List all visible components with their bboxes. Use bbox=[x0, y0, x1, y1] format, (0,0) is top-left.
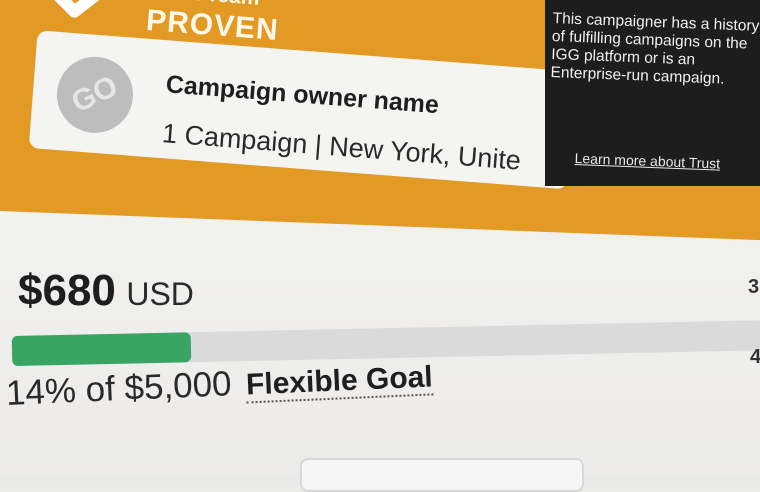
owner-avatar: GO bbox=[44, 44, 146, 146]
cropped-text-bottom: 4 bbox=[750, 346, 760, 368]
trust-tooltip: This campaigner has a history of fulfill… bbox=[545, 0, 760, 186]
owner-card[interactable]: GO Campaign owner name 1 Campaign | New … bbox=[28, 30, 577, 190]
progress-fill bbox=[11, 332, 192, 366]
funding-amount: $680 USD bbox=[18, 266, 194, 316]
amount-currency: USD bbox=[126, 276, 194, 312]
cropped-text-top: 3 bbox=[748, 276, 760, 298]
goal-percent-text: 14% of $5,000 bbox=[5, 364, 233, 413]
owner-name[interactable]: Campaign owner name bbox=[165, 70, 440, 120]
tooltip-text: This campaigner has a history of fulfill… bbox=[550, 10, 760, 88]
cropped-input[interactable] bbox=[300, 458, 584, 492]
check-icon bbox=[44, 0, 131, 18]
flexible-goal-label[interactable]: Flexible Goal bbox=[245, 360, 434, 404]
avatar-logo-text: GO bbox=[66, 69, 123, 120]
learn-more-trust-link[interactable]: Learn more about Trust bbox=[574, 150, 720, 172]
owner-meta: 1 Campaign | New York, Unite bbox=[161, 118, 522, 176]
amount-value: $680 bbox=[18, 266, 116, 315]
